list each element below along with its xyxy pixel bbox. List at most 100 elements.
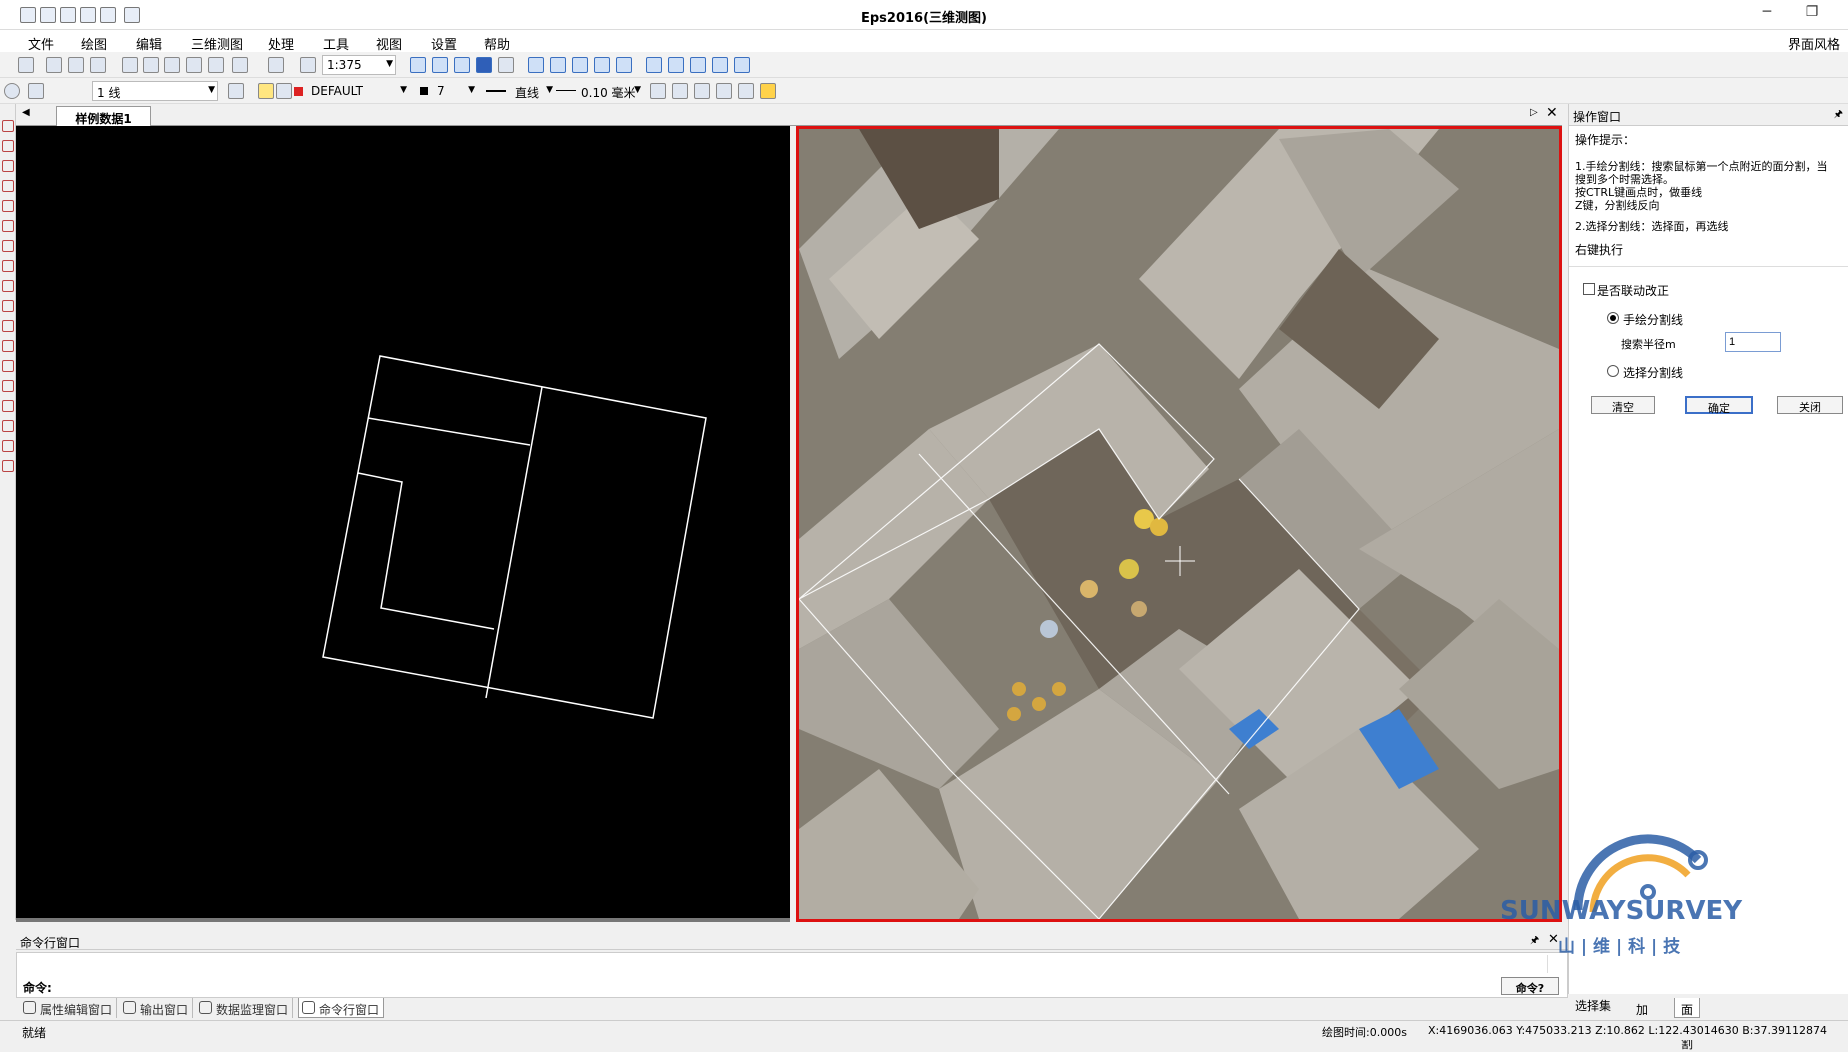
tab-command-line[interactable]: 命令行窗口 — [298, 998, 385, 1018]
tab-attribute-edit[interactable]: 属性编辑窗口 — [20, 998, 118, 1018]
undo-icon[interactable] — [18, 57, 34, 73]
window-layout-5-icon[interactable] — [616, 57, 632, 73]
layers-stack-icon[interactable] — [228, 83, 244, 99]
restore-button[interactable]: ❐ — [1797, 4, 1827, 24]
tool-star-icon[interactable] — [2, 400, 14, 412]
hand-draw-radio[interactable] — [1607, 312, 1619, 324]
minimize-button[interactable]: ─ — [1752, 4, 1782, 24]
tool-polyline-icon[interactable] — [2, 140, 14, 152]
menu-tools[interactable]: 工具 — [323, 34, 349, 53]
tool-line-icon[interactable] — [2, 240, 14, 252]
tool-circle-icon[interactable] — [2, 320, 14, 332]
info-icon[interactable] — [4, 83, 20, 99]
copy-icon[interactable] — [68, 57, 84, 73]
refresh-icon[interactable] — [672, 83, 688, 99]
menu-file[interactable]: 文件 — [28, 34, 54, 53]
window-layout-2-icon[interactable] — [550, 57, 566, 73]
window-layout-4-icon[interactable] — [594, 57, 610, 73]
menu-help[interactable]: 帮助 — [484, 34, 510, 53]
cut-icon[interactable] — [46, 57, 62, 73]
menu-3d-mapping[interactable]: 三维测图 — [191, 34, 243, 53]
link-modify-checkbox[interactable] — [1583, 283, 1595, 295]
tab-selection-set[interactable]: 选择集 — [1569, 994, 1617, 1014]
layer-combo[interactable]: 1 线 ▼ — [92, 81, 218, 101]
line-width-combo[interactable]: 0.10 毫米 ▼ — [576, 81, 644, 101]
command-input[interactable] — [69, 977, 1509, 995]
grid-view-4-icon[interactable] — [476, 57, 492, 73]
ok-button[interactable]: 确定 — [1685, 396, 1753, 415]
tool-gear-icon[interactable] — [2, 460, 14, 472]
layer-filter-icon[interactable] — [232, 57, 248, 73]
close-icon[interactable]: ✕ — [1546, 105, 1558, 121]
grid-view-2-icon[interactable] — [432, 57, 448, 73]
zoom-out-icon[interactable] — [122, 57, 138, 73]
canvas-scroll-strip[interactable] — [16, 918, 790, 922]
menu-edit[interactable]: 编辑 — [136, 34, 162, 53]
tool-measure-icon[interactable] — [2, 280, 14, 292]
tool-angle-icon[interactable] — [2, 220, 14, 232]
oblique-imagery-view[interactable] — [796, 126, 1562, 922]
text-display-icon[interactable] — [498, 57, 514, 73]
tool-polygon-icon[interactable] — [2, 340, 14, 352]
tool-perpendicular-icon[interactable] — [2, 380, 14, 392]
ui-style-menu[interactable]: 界面风格 — [1788, 34, 1840, 53]
tab-output[interactable]: 输出窗口 — [120, 998, 194, 1018]
tab-sample-data[interactable]: 样例数据1 — [56, 106, 151, 126]
scale-combo[interactable]: 1:375 ▼ — [322, 55, 396, 75]
zoom-in-icon[interactable] — [143, 57, 159, 73]
redraw-icon[interactable] — [208, 57, 224, 73]
layer-manager-icon[interactable] — [28, 83, 44, 99]
tool-rectangle-icon[interactable] — [2, 180, 14, 192]
cube-3d-icon[interactable] — [760, 83, 776, 99]
tool-arc-icon[interactable] — [2, 160, 14, 172]
menu-draw[interactable]: 绘图 — [81, 34, 107, 53]
view-filter-icon[interactable] — [268, 57, 284, 73]
bulb-icon[interactable] — [258, 83, 274, 99]
pin-icon[interactable]: 🖈 — [1834, 107, 1843, 124]
command-area[interactable]: 命令: 命令? — [16, 952, 1568, 998]
tab-scroll-left-icon[interactable]: ◀ — [22, 107, 30, 118]
navigate-icon[interactable] — [300, 57, 316, 73]
pan-hand-icon[interactable] — [186, 57, 202, 73]
command-help-button[interactable]: 命令? — [1501, 977, 1559, 995]
tool-select-icon[interactable] — [2, 200, 14, 212]
menu-settings[interactable]: 设置 — [431, 34, 457, 53]
grid-view-1-icon[interactable] — [410, 57, 426, 73]
label-ab-icon[interactable] — [712, 57, 728, 73]
tool-stair-icon[interactable] — [2, 440, 14, 452]
menu-process[interactable]: 处理 — [268, 34, 294, 53]
window-layout-3-icon[interactable] — [572, 57, 588, 73]
close-button[interactable]: 关闭 — [1777, 396, 1843, 414]
tab-add-line[interactable]: 加线 — [1630, 998, 1654, 1034]
snap-points-icon[interactable] — [646, 57, 662, 73]
grid-view-3-icon[interactable] — [454, 57, 470, 73]
snap-lines-icon[interactable] — [668, 57, 684, 73]
select-line-radio[interactable] — [1607, 365, 1619, 377]
line-type-combo[interactable]: 直线 ▼ — [510, 81, 556, 101]
paste-icon[interactable] — [90, 57, 106, 73]
snap-grid-icon[interactable] — [690, 57, 706, 73]
menu-view[interactable]: 视图 — [376, 34, 402, 53]
numbering-icon[interactable] — [734, 57, 750, 73]
tool-offset-icon[interactable] — [2, 420, 14, 432]
attribute-icon[interactable] — [694, 83, 710, 99]
window-layout-1-icon[interactable] — [528, 57, 544, 73]
style-combo[interactable]: DEFAULT ▼ — [306, 81, 410, 101]
match-properties-icon[interactable] — [650, 83, 666, 99]
monitor-icon[interactable] — [738, 83, 754, 99]
tool-ellipse-icon[interactable] — [2, 360, 14, 372]
tool-hatch-icon[interactable] — [2, 300, 14, 312]
tab-face-split[interactable]: 面分割 — [1674, 998, 1701, 1051]
search-radius-input[interactable] — [1725, 332, 1781, 352]
cad-drawing-canvas[interactable] — [16, 126, 790, 918]
lock-icon[interactable] — [276, 83, 292, 99]
tab-data-supervision[interactable]: 数据监理窗口 — [196, 998, 294, 1018]
right-click-hint: 右键执行 — [1575, 243, 1624, 257]
brush-icon[interactable] — [716, 83, 732, 99]
color-index-combo[interactable]: 7 ▼ — [432, 81, 478, 101]
tool-cross-icon[interactable] — [2, 260, 14, 272]
tab-scroll-right-icon[interactable]: ▷ — [1530, 107, 1538, 118]
zoom-window-icon[interactable] — [164, 57, 180, 73]
clear-button[interactable]: 清空 — [1591, 396, 1655, 414]
tool-point-icon[interactable] — [2, 120, 14, 132]
